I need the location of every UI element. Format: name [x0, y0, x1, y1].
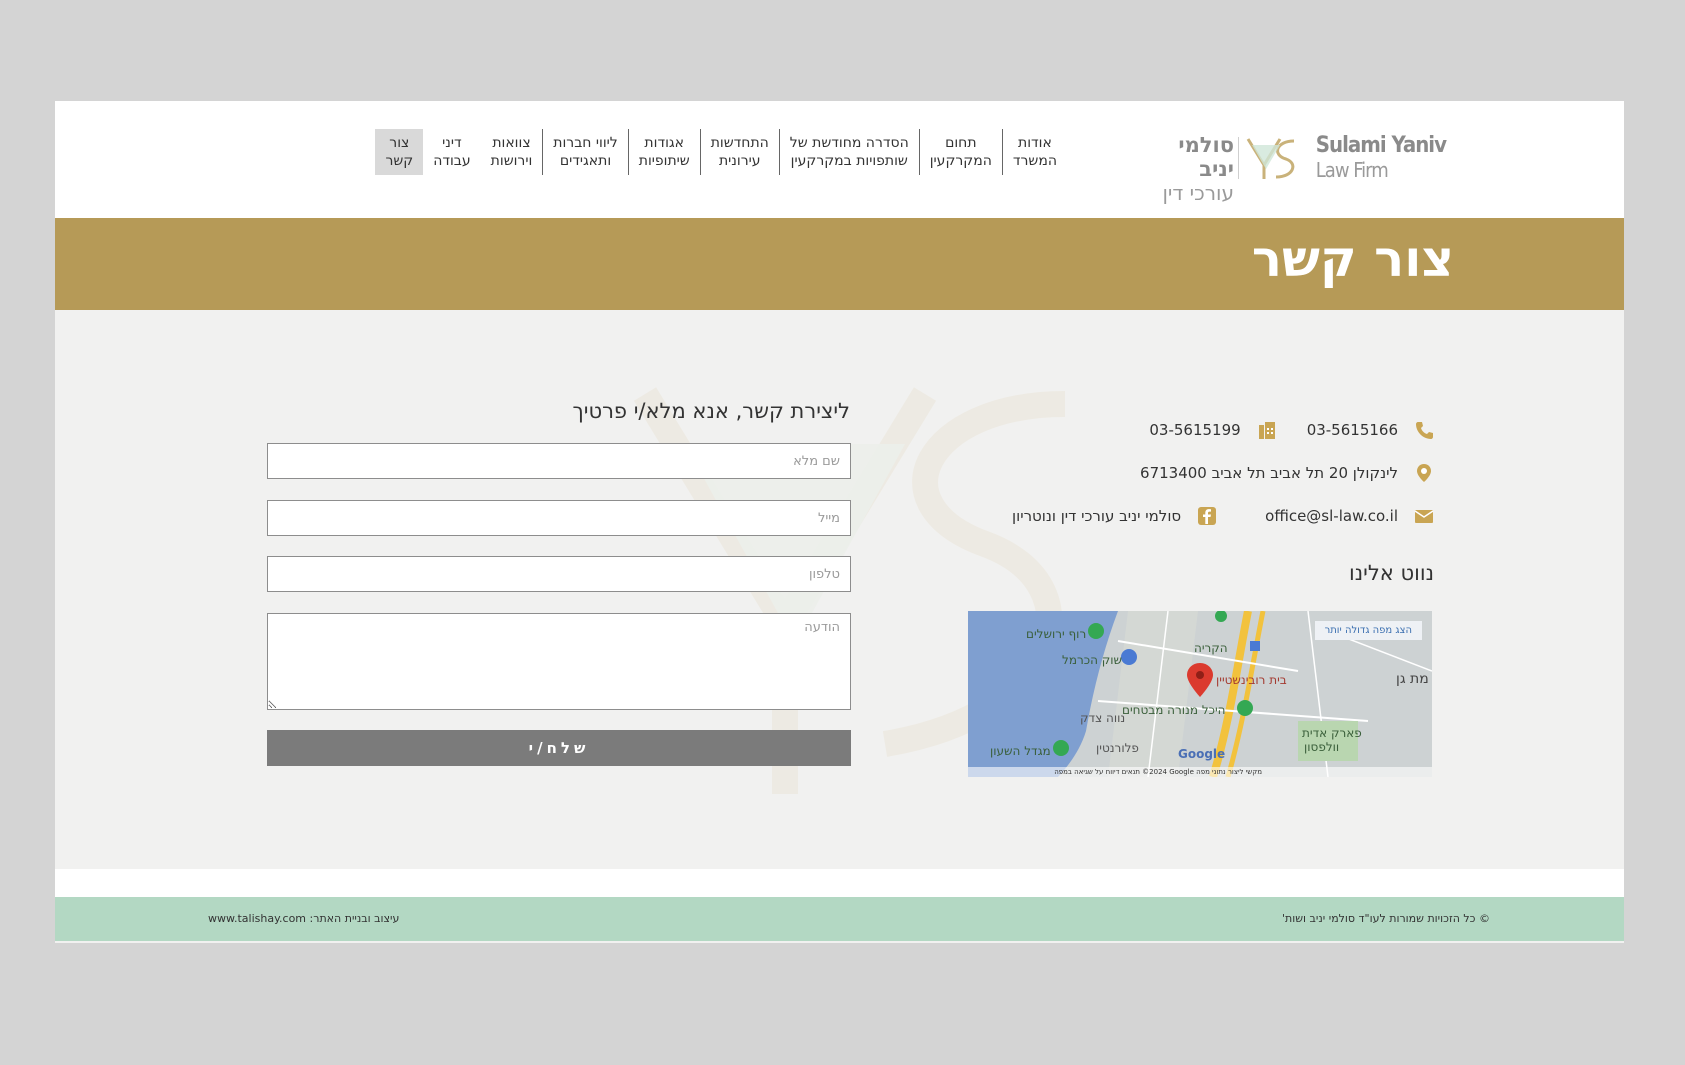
- navigate-title: נווט אלינו: [1349, 561, 1434, 585]
- footer-copyright: © כל הזכויות שמורות לעו"ד סולמי יניב ושו…: [1282, 912, 1490, 925]
- map-label-heichal: היכל מנורה מבטחים: [1122, 703, 1226, 717]
- address-text: לינקולן 20 תל אביב תל אביב 6713400: [1140, 464, 1398, 482]
- form-title: ליצירת קשר, אנא מלא/י פרטיך: [572, 399, 850, 423]
- email-row: office@sl-law.co.il סולמי יניב עורכי דין…: [1012, 506, 1434, 526]
- logo-divider: [1238, 137, 1239, 179]
- logo-hebrew: סולמי יניב עורכי דין: [1146, 133, 1234, 205]
- page-title: צור קשר: [1251, 230, 1454, 288]
- map-footer: מקשי ליצור נתוני מפה ‎©2024 Google תנאים…: [968, 767, 1432, 777]
- logo-english: Sulami Yaniv Law Firm: [1315, 133, 1447, 182]
- message-textarea[interactable]: [267, 613, 851, 710]
- map-label-neve: נווה צדק: [1080, 711, 1126, 725]
- logo-en-line2: Law Firm: [1315, 158, 1389, 182]
- nav-item-cooperatives[interactable]: אגודות שיתופיות: [627, 129, 700, 175]
- nav-item-urban-renewal[interactable]: התחדשות עירונית: [699, 129, 779, 175]
- email-link[interactable]: office@sl-law.co.il: [1265, 507, 1398, 525]
- large-map-button[interactable]: הצג מפה גדולה יותר: [1314, 621, 1422, 640]
- location-pin-icon: [1417, 464, 1431, 482]
- footer-spacer: [55, 869, 1624, 897]
- map-label-google: Google: [1178, 747, 1226, 761]
- map-label-migdal: מגדל השעון: [990, 744, 1051, 758]
- footer: עיצוב ובניית האתר: www.talishay.com © כל…: [55, 897, 1624, 941]
- submit-button[interactable]: שלח/י: [267, 730, 851, 766]
- nav-item-wills[interactable]: צוואות וירושות: [481, 129, 543, 175]
- facebook-icon[interactable]: [1197, 506, 1217, 526]
- logo-en-line1: Sulami Yaniv: [1315, 133, 1447, 158]
- address-row: לינקולן 20 תל אביב תל אביב 6713400: [1140, 463, 1434, 483]
- fax-number: 03-5615199: [1149, 421, 1241, 439]
- nav-item-about[interactable]: אודות המשרד: [1001, 129, 1067, 175]
- map-label-wolfson: וולפסון: [1304, 740, 1340, 754]
- google-map[interactable]: רוף ירושלים שוק הכרמל הקריה בית רובינשטי…: [968, 611, 1432, 777]
- nav-item-real-estate[interactable]: תחום המקרקעין: [918, 129, 1002, 175]
- map-label-shuk: שוק הכרמל: [1062, 653, 1123, 667]
- footer-credit[interactable]: עיצוב ובניית האתר: www.talishay.com: [208, 912, 399, 925]
- map-label-kirya: הקריה: [1194, 641, 1228, 655]
- phone-icon: [1416, 422, 1433, 439]
- fax-icon: [1258, 422, 1275, 439]
- logo[interactable]: סולמי יניב עורכי דין Sulami Yaniv Law Fi…: [1146, 131, 1447, 205]
- email-input[interactable]: [267, 500, 851, 536]
- name-input[interactable]: [267, 443, 851, 479]
- nav-item-partnerships[interactable]: הסדרה מחודשת של שותפויות במקרקעין: [778, 129, 919, 175]
- facebook-link[interactable]: סולמי יניב עורכי דין ונוטריון: [1012, 507, 1181, 525]
- nav-item-corporate[interactable]: ליווי חברות ותאגידים: [542, 129, 627, 175]
- header: סולמי יניב עורכי דין Sulami Yaniv Law Fi…: [55, 101, 1624, 218]
- map-label-florentin: פלורנטין: [1096, 741, 1139, 755]
- nav-item-labor-law[interactable]: דיני עבודה: [423, 129, 480, 175]
- envelope-icon: [1414, 510, 1434, 523]
- map-label-park: פארק אדית: [1302, 726, 1362, 740]
- main-nav: אודות המשרד תחום המקרקעין הסדרה מחודשת של ש…: [375, 129, 1067, 175]
- logo-he-line2: עורכי דין: [1162, 181, 1234, 205]
- nav-item-contact[interactable]: צור קשר: [375, 129, 424, 175]
- phone-number[interactable]: 03-5615166: [1307, 421, 1398, 439]
- page: סולמי יניב עורכי דין Sulami Yaniv Law Fi…: [55, 101, 1624, 943]
- phone-input[interactable]: [267, 556, 851, 592]
- map-label-beit: בית רובינשטיין: [1216, 673, 1287, 687]
- logo-mark-icon: [1246, 138, 1295, 179]
- map-label-ramat: מת גן: [1396, 671, 1429, 687]
- title-bar: צור קשר: [55, 218, 1624, 310]
- map-label-roof: רוף ירושלים: [1026, 627, 1087, 641]
- phone-row: 03-5615166 03-5615199: [1149, 420, 1434, 440]
- logo-he-line1: סולמי יניב: [1178, 133, 1234, 181]
